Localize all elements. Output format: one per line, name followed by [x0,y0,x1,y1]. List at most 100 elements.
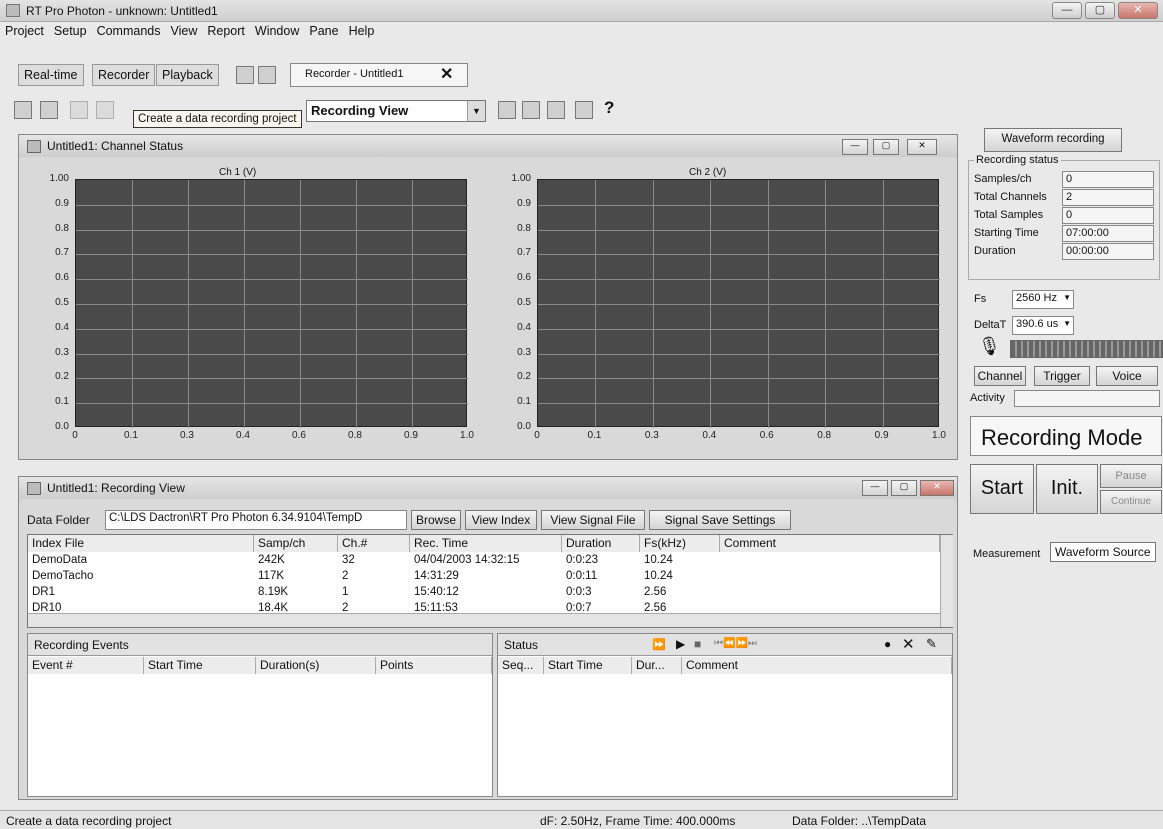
col-samp-ch[interactable]: Samp/ch [254,535,338,552]
table-cell: 117K [258,570,285,582]
minimize-button[interactable]: — [862,480,888,496]
trigger-button[interactable]: Trigger [1034,366,1090,386]
x-tick-label: 0.3 [644,430,659,441]
init-button[interactable]: Init. [1036,464,1098,514]
chart-icon[interactable] [498,101,516,119]
close-document-icon[interactable]: ✕ [440,64,453,84]
play-icon[interactable]: ▶ [676,637,685,651]
col-duration[interactable]: Duration [562,535,640,552]
help-icon[interactable]: ? [604,98,614,118]
col-start-time[interactable]: Start Time [144,657,256,674]
maximize-button[interactable]: ▢ [873,139,899,155]
col-dur[interactable]: Dur... [632,657,682,674]
total-samples-label: Total Samples [974,209,1044,221]
rewind-icon[interactable]: ⏮⏪⏩⏭ [714,638,757,649]
chevron-down-icon[interactable]: ▼ [1063,293,1071,302]
tab-measurement[interactable]: Measurement [970,546,1043,562]
col-ch[interactable]: Ch.# [338,535,410,552]
delete-icon[interactable]: ✕ [902,635,915,653]
x-tick-label: 0.6 [292,430,306,441]
fast-forward-icon[interactable]: ⏩ [652,638,666,651]
col-comment[interactable]: Comment [682,657,952,674]
fs-select[interactable]: 2560 Hz ▼ [1012,290,1074,309]
edit-icon[interactable]: ✎ [926,636,937,652]
database-icon[interactable] [258,66,276,84]
col-points[interactable]: Points [376,657,492,674]
col-comment[interactable]: Comment [720,535,940,552]
menu-setup[interactable]: Setup [49,22,92,38]
recording-status-title: Recording status [974,154,1061,166]
chevron-down-icon[interactable]: ▼ [1063,319,1071,328]
close-button[interactable]: ✕ [907,139,937,155]
document-icon[interactable] [547,101,565,119]
close-button[interactable]: ✕ [920,480,954,496]
stop-icon[interactable]: ■ [694,637,701,651]
minimize-button[interactable]: — [1052,2,1082,19]
gridline [76,254,468,256]
close-button[interactable]: ✕ [1118,2,1158,19]
chevron-down-icon[interactable]: ▼ [467,101,485,121]
col-start-time[interactable]: Start Time [544,657,632,674]
col-event[interactable]: Event # [28,657,144,674]
start-button[interactable]: Start [970,464,1034,514]
signal-save-settings-button[interactable]: Signal Save Settings [649,510,791,530]
paste-icon[interactable] [96,101,114,119]
record-icon[interactable]: ● [884,637,891,651]
waveform-recording-button[interactable]: Waveform recording [984,128,1122,152]
fs-select-value: 2560 Hz [1016,292,1057,304]
ch2-plot[interactable] [537,179,940,428]
table-row[interactable]: DR1 8.19K 1 15:40:12 0:0:3 2.56 [28,586,940,601]
col-index-file[interactable]: Index File [28,535,254,552]
voice-button[interactable]: Voice [1096,366,1158,386]
browse-button[interactable]: Browse [411,510,461,530]
recorder-button[interactable]: Recorder [92,64,156,86]
minimize-button[interactable]: — [842,139,868,155]
playback-button[interactable]: Playback [156,64,219,86]
total-samples-value: 0 [1062,207,1154,224]
pause-button[interactable]: Pause [1100,464,1162,488]
menu-help[interactable]: Help [344,22,380,38]
col-fs[interactable]: Fs(kHz) [640,535,720,552]
data-folder-input[interactable]: C:\LDS Dactron\RT Pro Photon 6.34.9104\T… [105,510,407,530]
vertical-scrollbar[interactable] [940,535,953,627]
menu-view[interactable]: View [166,22,203,38]
view-index-button[interactable]: View Index [465,510,537,530]
samples-per-ch-value: 0 [1062,171,1154,188]
channel-button[interactable]: Channel [974,366,1026,386]
maximize-button[interactable]: ▢ [891,480,917,496]
view-signal-file-button[interactable]: View Signal File [541,510,645,530]
menu-commands[interactable]: Commands [92,22,166,38]
menu-window[interactable]: Window [250,22,304,38]
table-cell: 15:40:12 [414,586,459,598]
recording-view-window: Untitled1: Recording View — ▢ ✕ Data Fol… [18,476,958,800]
menu-pane[interactable]: Pane [304,22,343,38]
signal-icon[interactable] [522,101,540,119]
channel-status-titlebar: Untitled1: Channel Status [19,135,957,157]
realtime-button[interactable]: Real-time [18,64,84,86]
table-row[interactable]: DemoTacho 117K 2 14:31:29 0:0:11 10.24 [28,570,940,585]
open-folder-icon[interactable] [236,66,254,84]
new-project-icon[interactable] [40,101,58,119]
gridline [538,204,940,206]
view-select[interactable]: Recording View ▼ [306,100,486,122]
tab-waveform-source[interactable]: Waveform Source [1050,542,1156,562]
col-duration[interactable]: Duration(s) [256,657,376,674]
y-tick-label: 1.00 [49,173,69,184]
y-tick-label: 0.7 [517,247,531,259]
continue-button[interactable]: Continue [1100,490,1162,514]
gridline [538,353,940,355]
menu-project[interactable]: Project [0,22,49,38]
save-icon[interactable] [14,101,32,119]
speaker-icon[interactable] [575,101,593,119]
menu-report[interactable]: Report [202,22,250,38]
table-cell: 1 [342,586,349,598]
y-tick-label: 0.3 [55,346,69,358]
maximize-button[interactable]: ▢ [1085,2,1115,19]
col-rec-time[interactable]: Rec. Time [410,535,562,552]
horizontal-scrollbar[interactable] [28,613,940,627]
deltat-select[interactable]: 390.6 us ▼ [1012,316,1074,335]
col-seq[interactable]: Seq... [498,657,544,674]
table-row[interactable]: DemoData 242K 32 04/04/2003 14:32:15 0:0… [28,554,940,569]
copy-icon[interactable] [70,101,88,119]
ch1-plot[interactable] [75,179,468,428]
